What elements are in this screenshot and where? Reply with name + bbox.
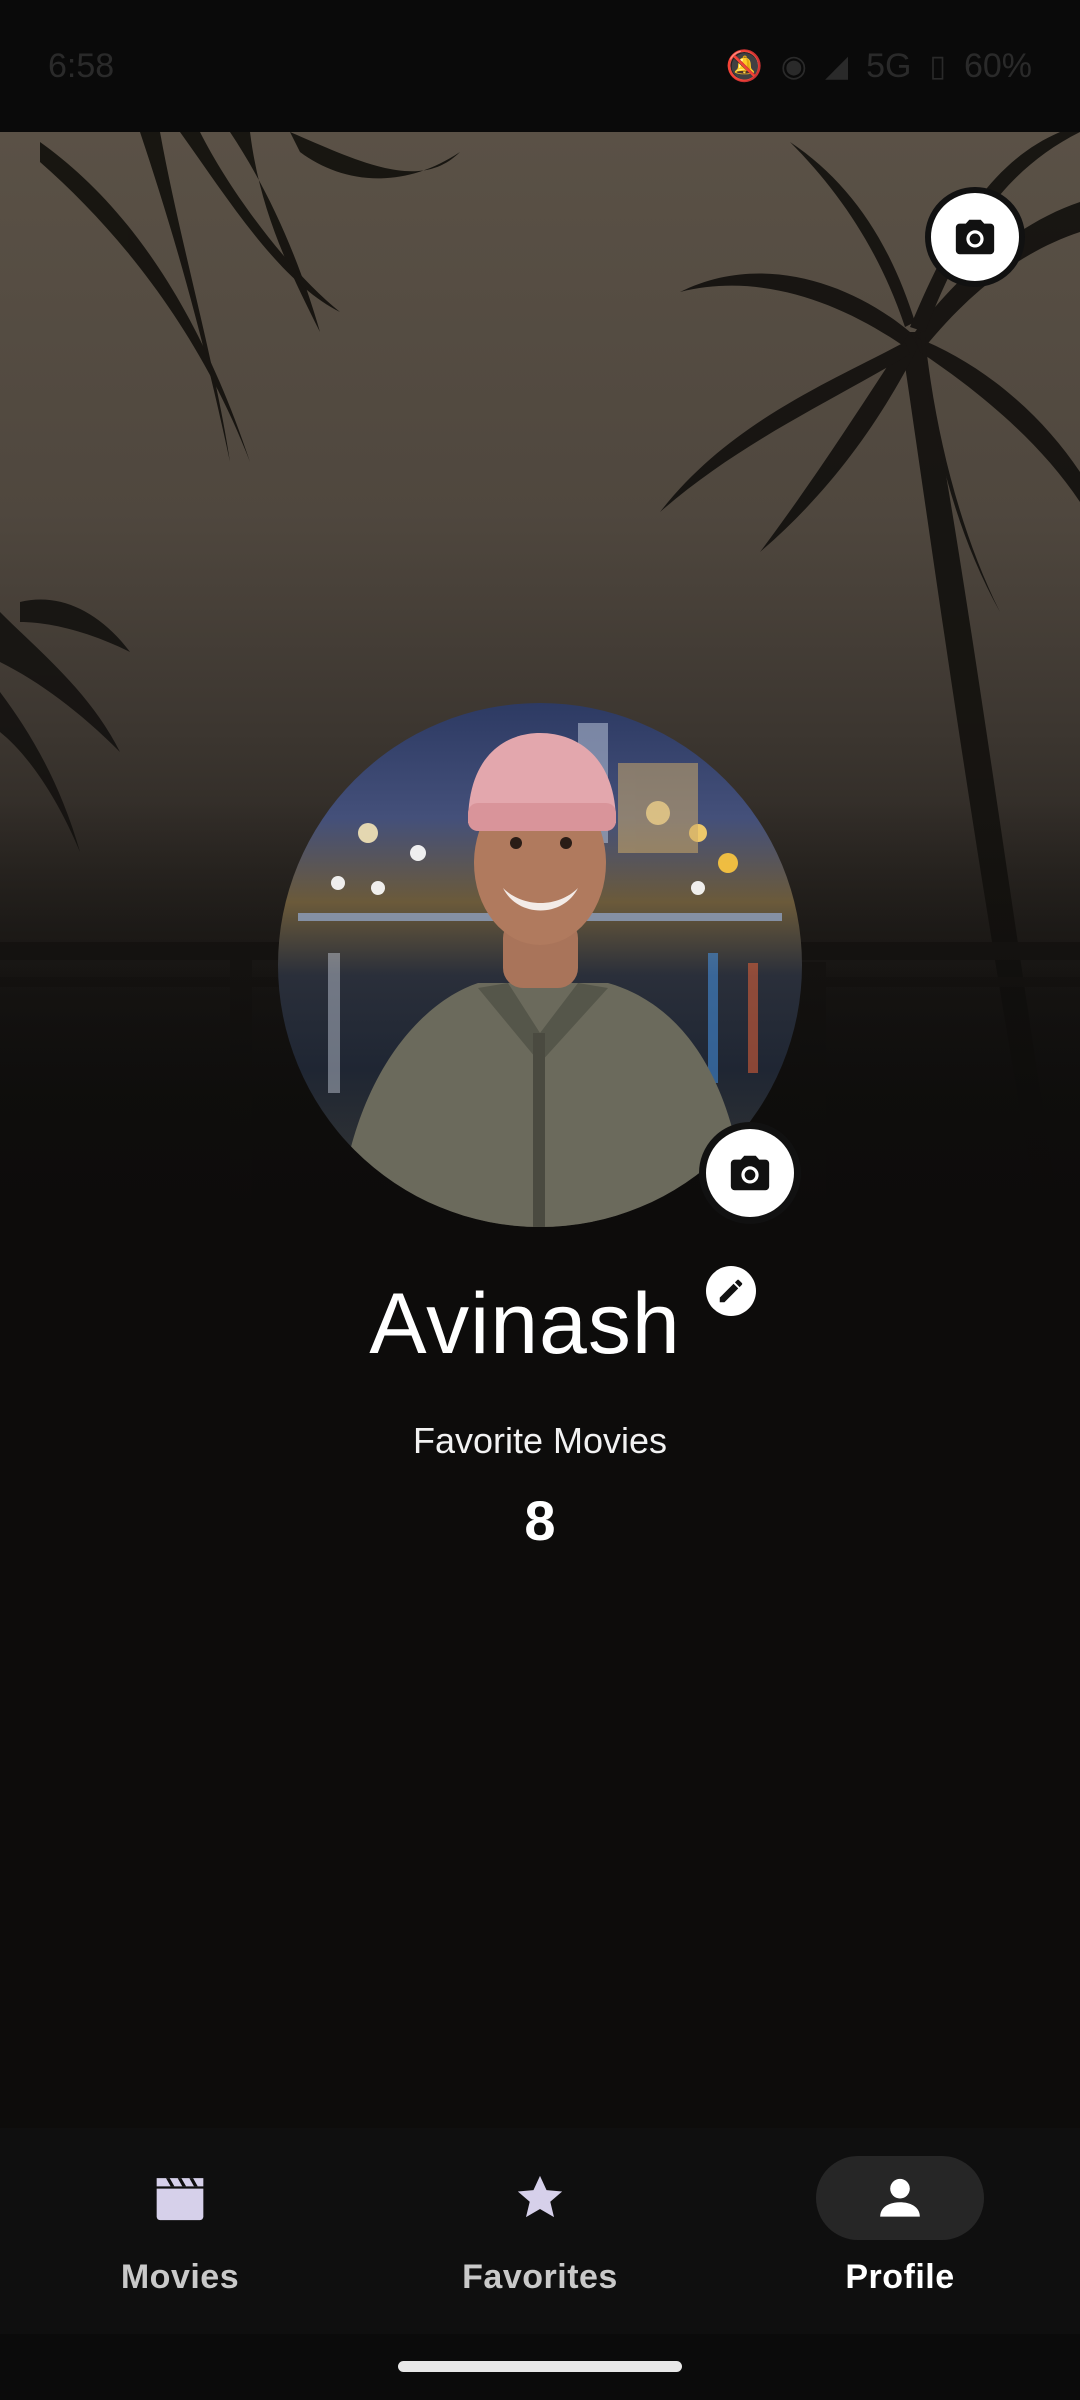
favorite-movies-label: Favorite Movies	[412, 1420, 668, 1461]
person-icon	[880, 2178, 920, 2217]
bottom-navigation: Movies Favorites Profile	[0, 2128, 1080, 2334]
clapperboard-icon	[156, 2178, 204, 2221]
star-icon	[517, 2175, 563, 2218]
change-cover-button[interactable]	[925, 187, 1025, 287]
nav-item-movies[interactable]: Movies	[0, 2128, 360, 2334]
network-type: 5G	[866, 46, 912, 85]
nav-label-profile: Profile	[845, 2258, 955, 2296]
nav-favorites-indicator	[456, 2156, 624, 2240]
status-bar: 6:58 🔕 ◉ ◢ 5G ▯ 60%	[0, 0, 1080, 132]
battery-level: 60%	[963, 46, 1032, 85]
battery-icon: ▯	[929, 49, 946, 83]
profile-screen: 6:58 🔕 ◉ ◢ 5G ▯ 60% Avinash Favorite Mov…	[0, 0, 1080, 2400]
nav-label-favorites: Favorites	[462, 2258, 618, 2296]
profile-name: Avinash	[369, 1276, 681, 1372]
camera-icon	[955, 219, 995, 255]
status-icons: 🔕 ◉ ◢ 5G ▯ 60%	[725, 47, 1032, 86]
camera-icon	[730, 1155, 770, 1191]
nav-label-movies: Movies	[120, 2258, 240, 2296]
change-avatar-button[interactable]	[699, 1122, 801, 1224]
nav-item-favorites[interactable]: Favorites	[360, 2128, 720, 2334]
status-time: 6:58	[48, 46, 115, 85]
home-indicator[interactable]	[398, 2361, 682, 2372]
nav-item-profile[interactable]: Profile	[720, 2128, 1080, 2334]
nav-profile-indicator	[816, 2156, 984, 2240]
nav-movies-indicator	[96, 2156, 264, 2240]
hotspot-icon: ◉	[780, 49, 807, 83]
bell-off-icon: 🔕	[725, 49, 763, 83]
favorite-movies-count: 8	[524, 1489, 556, 1552]
signal-icon: ◢	[824, 49, 849, 83]
